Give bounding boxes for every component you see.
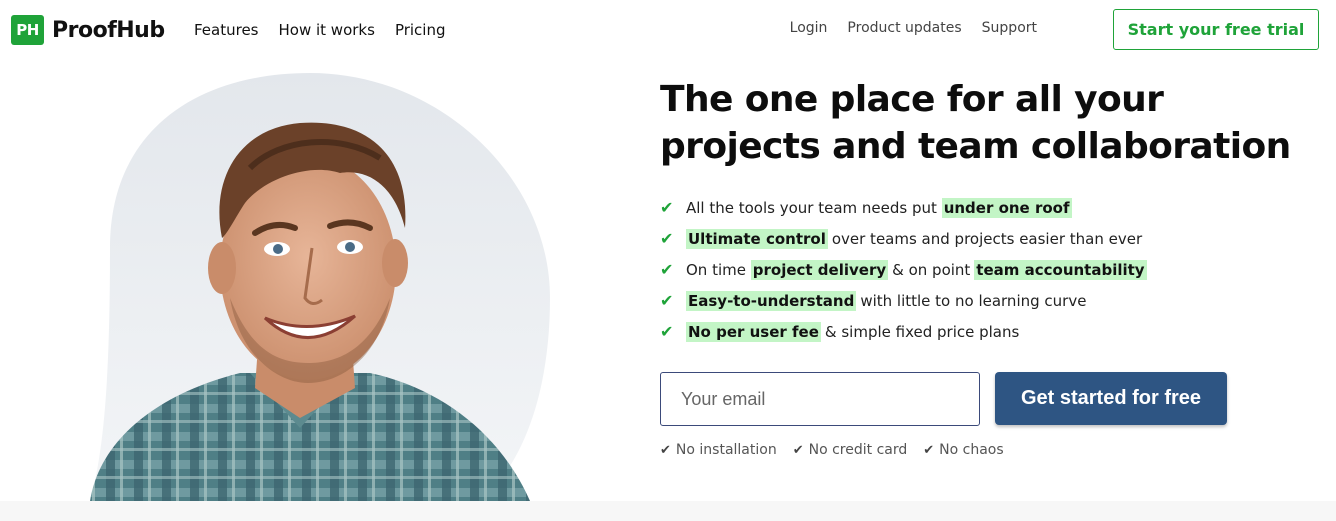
checkmark-icon: ✔ bbox=[660, 198, 674, 217]
feature-highlight: under one roof bbox=[941, 197, 1072, 218]
hero-photo bbox=[50, 68, 550, 501]
nav-pricing[interactable]: Pricing bbox=[395, 21, 446, 39]
checkmark-icon: ✔ bbox=[660, 260, 674, 279]
nav-login[interactable]: Login bbox=[790, 20, 828, 36]
feature-highlight: team accountability bbox=[974, 259, 1147, 280]
proofhub-logo[interactable]: PH ProofHub bbox=[11, 15, 165, 45]
feature-text: All the tools your team needs put bbox=[686, 198, 937, 217]
headline-line-2: projects and team collaboration bbox=[660, 126, 1291, 167]
get-started-button[interactable]: Get started for free bbox=[995, 372, 1227, 425]
feature-highlight: Easy-to-understand bbox=[686, 290, 857, 311]
nav-support[interactable]: Support bbox=[982, 20, 1037, 36]
nav-how-it-works[interactable]: How it works bbox=[279, 21, 375, 39]
feature-text: On time bbox=[686, 260, 746, 279]
section-divider bbox=[0, 501, 1336, 521]
feature-text: & simple fixed price plans bbox=[824, 322, 1020, 341]
feature-item: ✔ No per user fee & simple fixed price p… bbox=[660, 316, 1147, 347]
feature-item: ✔ Easy-to-understand with little to no l… bbox=[660, 285, 1147, 316]
check-icon: ✔ bbox=[792, 442, 804, 458]
feature-text: with little to no learning curve bbox=[860, 291, 1087, 310]
note-text: No chaos bbox=[939, 442, 1004, 458]
hero-headline: The one place for all your projects and … bbox=[660, 76, 1300, 170]
start-free-trial-button[interactable]: Start your free trial bbox=[1113, 9, 1319, 50]
feature-text: over teams and projects easier than ever bbox=[831, 229, 1143, 248]
note-item: ✔ No credit card bbox=[793, 442, 908, 458]
feature-item: ✔ All the tools your team needs put unde… bbox=[660, 192, 1147, 223]
nav-product-updates[interactable]: Product updates bbox=[847, 20, 961, 36]
note-item: ✔ No installation bbox=[660, 442, 777, 458]
checkmark-icon: ✔ bbox=[660, 322, 674, 341]
feature-highlight: project delivery bbox=[750, 259, 889, 280]
note-text: No credit card bbox=[808, 442, 908, 458]
nav-features[interactable]: Features bbox=[194, 21, 259, 39]
feature-item: ✔ On time project delivery & on point te… bbox=[660, 254, 1147, 285]
checkmark-icon: ✔ bbox=[660, 291, 674, 310]
secondary-nav: Login Product updates Support bbox=[790, 20, 1037, 36]
logo-mark-icon: PH bbox=[11, 15, 44, 45]
feature-highlight: Ultimate control bbox=[686, 228, 828, 249]
check-icon: ✔ bbox=[660, 442, 671, 458]
feature-highlight: No per user fee bbox=[686, 321, 821, 342]
headline-line-1: The one place for all your bbox=[660, 79, 1164, 120]
feature-list: ✔ All the tools your team needs put unde… bbox=[660, 192, 1147, 347]
note-item: ✔ No chaos bbox=[923, 442, 1003, 458]
feature-text: & on point bbox=[892, 260, 971, 279]
logo-text: ProofHub bbox=[52, 17, 165, 43]
checkmark-icon: ✔ bbox=[660, 229, 674, 248]
email-input[interactable] bbox=[660, 372, 980, 426]
smiling-man-photo bbox=[90, 73, 550, 501]
note-text: No installation bbox=[675, 442, 777, 458]
feature-item: ✔ Ultimate control over teams and projec… bbox=[660, 223, 1147, 254]
main-nav: Features How it works Pricing bbox=[194, 21, 446, 39]
check-icon: ✔ bbox=[923, 442, 935, 458]
site-header: PH ProofHub Features How it works Pricin… bbox=[0, 0, 1336, 62]
signup-notes: ✔ No installation ✔ No credit card ✔ No cha… bbox=[660, 442, 1004, 458]
